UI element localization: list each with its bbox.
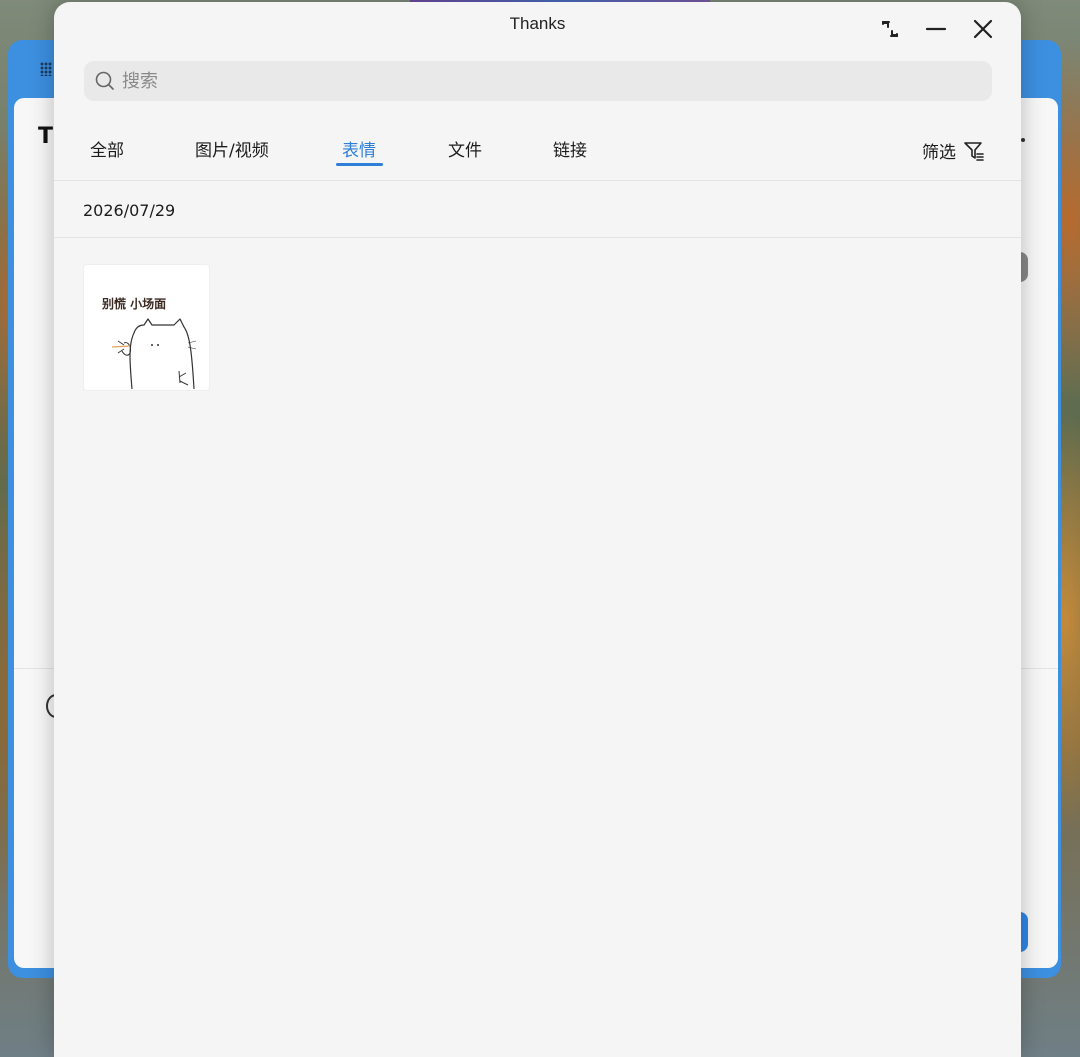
tab-all[interactable]: 全部: [90, 136, 124, 161]
sticker-thumbnail[interactable]: 别慌 小场面: [83, 264, 210, 391]
minimize-button[interactable]: [923, 16, 949, 42]
close-button[interactable]: [970, 16, 996, 42]
tabs-divider: [54, 180, 1021, 181]
background-window-title: T: [38, 124, 54, 149]
date-group-header: 2026/07/29: [83, 201, 176, 220]
dialog-title: Thanks: [509, 14, 566, 33]
search-bar[interactable]: [84, 61, 992, 101]
filter-label: 筛选: [922, 143, 956, 163]
search-icon: [95, 71, 114, 90]
date-divider: [54, 237, 1021, 238]
close-icon: [973, 19, 993, 39]
cat-sticker-icon: [111, 318, 197, 390]
filter-icon: [964, 141, 984, 161]
tab-links[interactable]: 链接: [553, 136, 587, 161]
active-tab-indicator: [336, 163, 383, 166]
tab-files[interactable]: 文件: [448, 136, 482, 161]
chat-files-dialog: Thanks 全部 图片/视频 表情 文件 链接 筛选: [54, 2, 1021, 1057]
restore-icon: [882, 21, 898, 37]
tab-images-videos[interactable]: 图片/视频: [195, 136, 269, 161]
restore-button[interactable]: [877, 16, 903, 42]
search-input[interactable]: [120, 69, 964, 93]
tab-stickers[interactable]: 表情: [342, 136, 376, 161]
filter-button[interactable]: 筛选: [922, 138, 986, 163]
more-options-icon[interactable]: [1021, 138, 1025, 142]
drag-handle-icon[interactable]: [40, 62, 52, 76]
minimize-icon: [925, 27, 947, 31]
